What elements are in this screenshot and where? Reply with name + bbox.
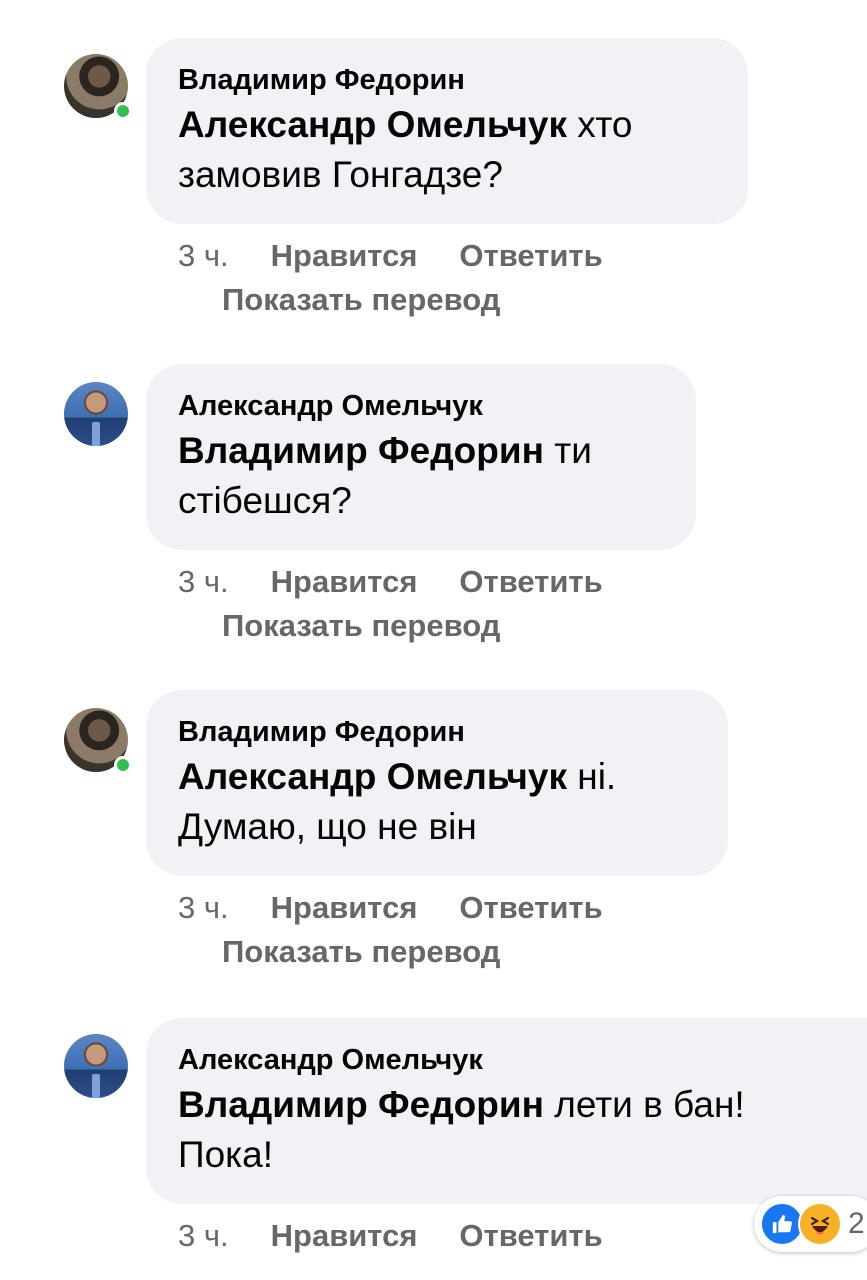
- show-translation-button[interactable]: Показать перевод: [222, 280, 500, 320]
- haha-icon: [798, 1202, 842, 1246]
- like-button[interactable]: Нравится: [271, 1218, 418, 1253]
- online-status-dot: [114, 102, 132, 120]
- mention-link[interactable]: Владимир Федорин: [178, 430, 544, 471]
- reactions-summary[interactable]: 2: [754, 1196, 867, 1252]
- avatar[interactable]: [64, 54, 132, 120]
- reply-button[interactable]: Ответить: [459, 238, 602, 273]
- reply-button[interactable]: Ответить: [459, 564, 602, 599]
- show-translation-button[interactable]: Показать перевод: [222, 932, 500, 972]
- comment-bubble: Александр Омельчук Владимир Федорин лети…: [146, 1018, 867, 1204]
- comment-timestamp[interactable]: 3 ч.: [178, 238, 229, 273]
- comment-text: Владимир Федорин лети в бан! Пока!: [178, 1084, 745, 1175]
- like-button[interactable]: Нравится: [271, 238, 418, 273]
- comment-bubble: Владимир Федорин Александр Омельчук ні. Д…: [146, 690, 728, 876]
- comment-timestamp[interactable]: 3 ч.: [178, 890, 229, 925]
- avatar[interactable]: [64, 382, 128, 446]
- comment-bubble: Владимир Федорин Александр Омельчук хто з…: [146, 38, 748, 224]
- comment-actions: 3 ч. Нравится Ответить: [178, 236, 603, 276]
- comment-timestamp[interactable]: 3 ч.: [178, 1218, 229, 1253]
- reply-button[interactable]: Ответить: [459, 1218, 602, 1253]
- comment-actions: 3 ч. Нравится Ответить: [178, 562, 603, 602]
- online-status-dot: [114, 756, 132, 774]
- avatar[interactable]: [64, 708, 132, 774]
- comment-text: Александр Омельчук хто замовив Гонгадзе?: [178, 104, 633, 195]
- mention-link[interactable]: Александр Омельчук: [178, 104, 567, 145]
- comment-text: Александр Омельчук ні. Думаю, що не він: [178, 756, 617, 847]
- comment-actions: 3 ч. Нравится Ответить: [178, 1216, 603, 1256]
- reply-button[interactable]: Ответить: [459, 890, 602, 925]
- like-button[interactable]: Нравится: [271, 564, 418, 599]
- comment-author[interactable]: Владимир Федорин: [178, 714, 696, 750]
- mention-link[interactable]: Александр Омельчук: [178, 756, 567, 797]
- comment-actions: 3 ч. Нравится Ответить: [178, 888, 603, 928]
- comment-author[interactable]: Александр Омельчук: [178, 1042, 835, 1078]
- comment-text: Владимир Федорин ти стібешся?: [178, 430, 592, 521]
- comment-timestamp[interactable]: 3 ч.: [178, 564, 229, 599]
- comment-bubble: Александр Омельчук Владимир Федорин ти ст…: [146, 364, 696, 550]
- show-translation-button[interactable]: Показать перевод: [222, 606, 500, 646]
- like-button[interactable]: Нравится: [271, 890, 418, 925]
- comment-author[interactable]: Александр Омельчук: [178, 388, 664, 424]
- comment-author[interactable]: Владимир Федорин: [178, 62, 716, 98]
- reactions-count: 2: [848, 1207, 865, 1240]
- mention-link[interactable]: Владимир Федорин: [178, 1084, 544, 1125]
- avatar[interactable]: [64, 1034, 128, 1098]
